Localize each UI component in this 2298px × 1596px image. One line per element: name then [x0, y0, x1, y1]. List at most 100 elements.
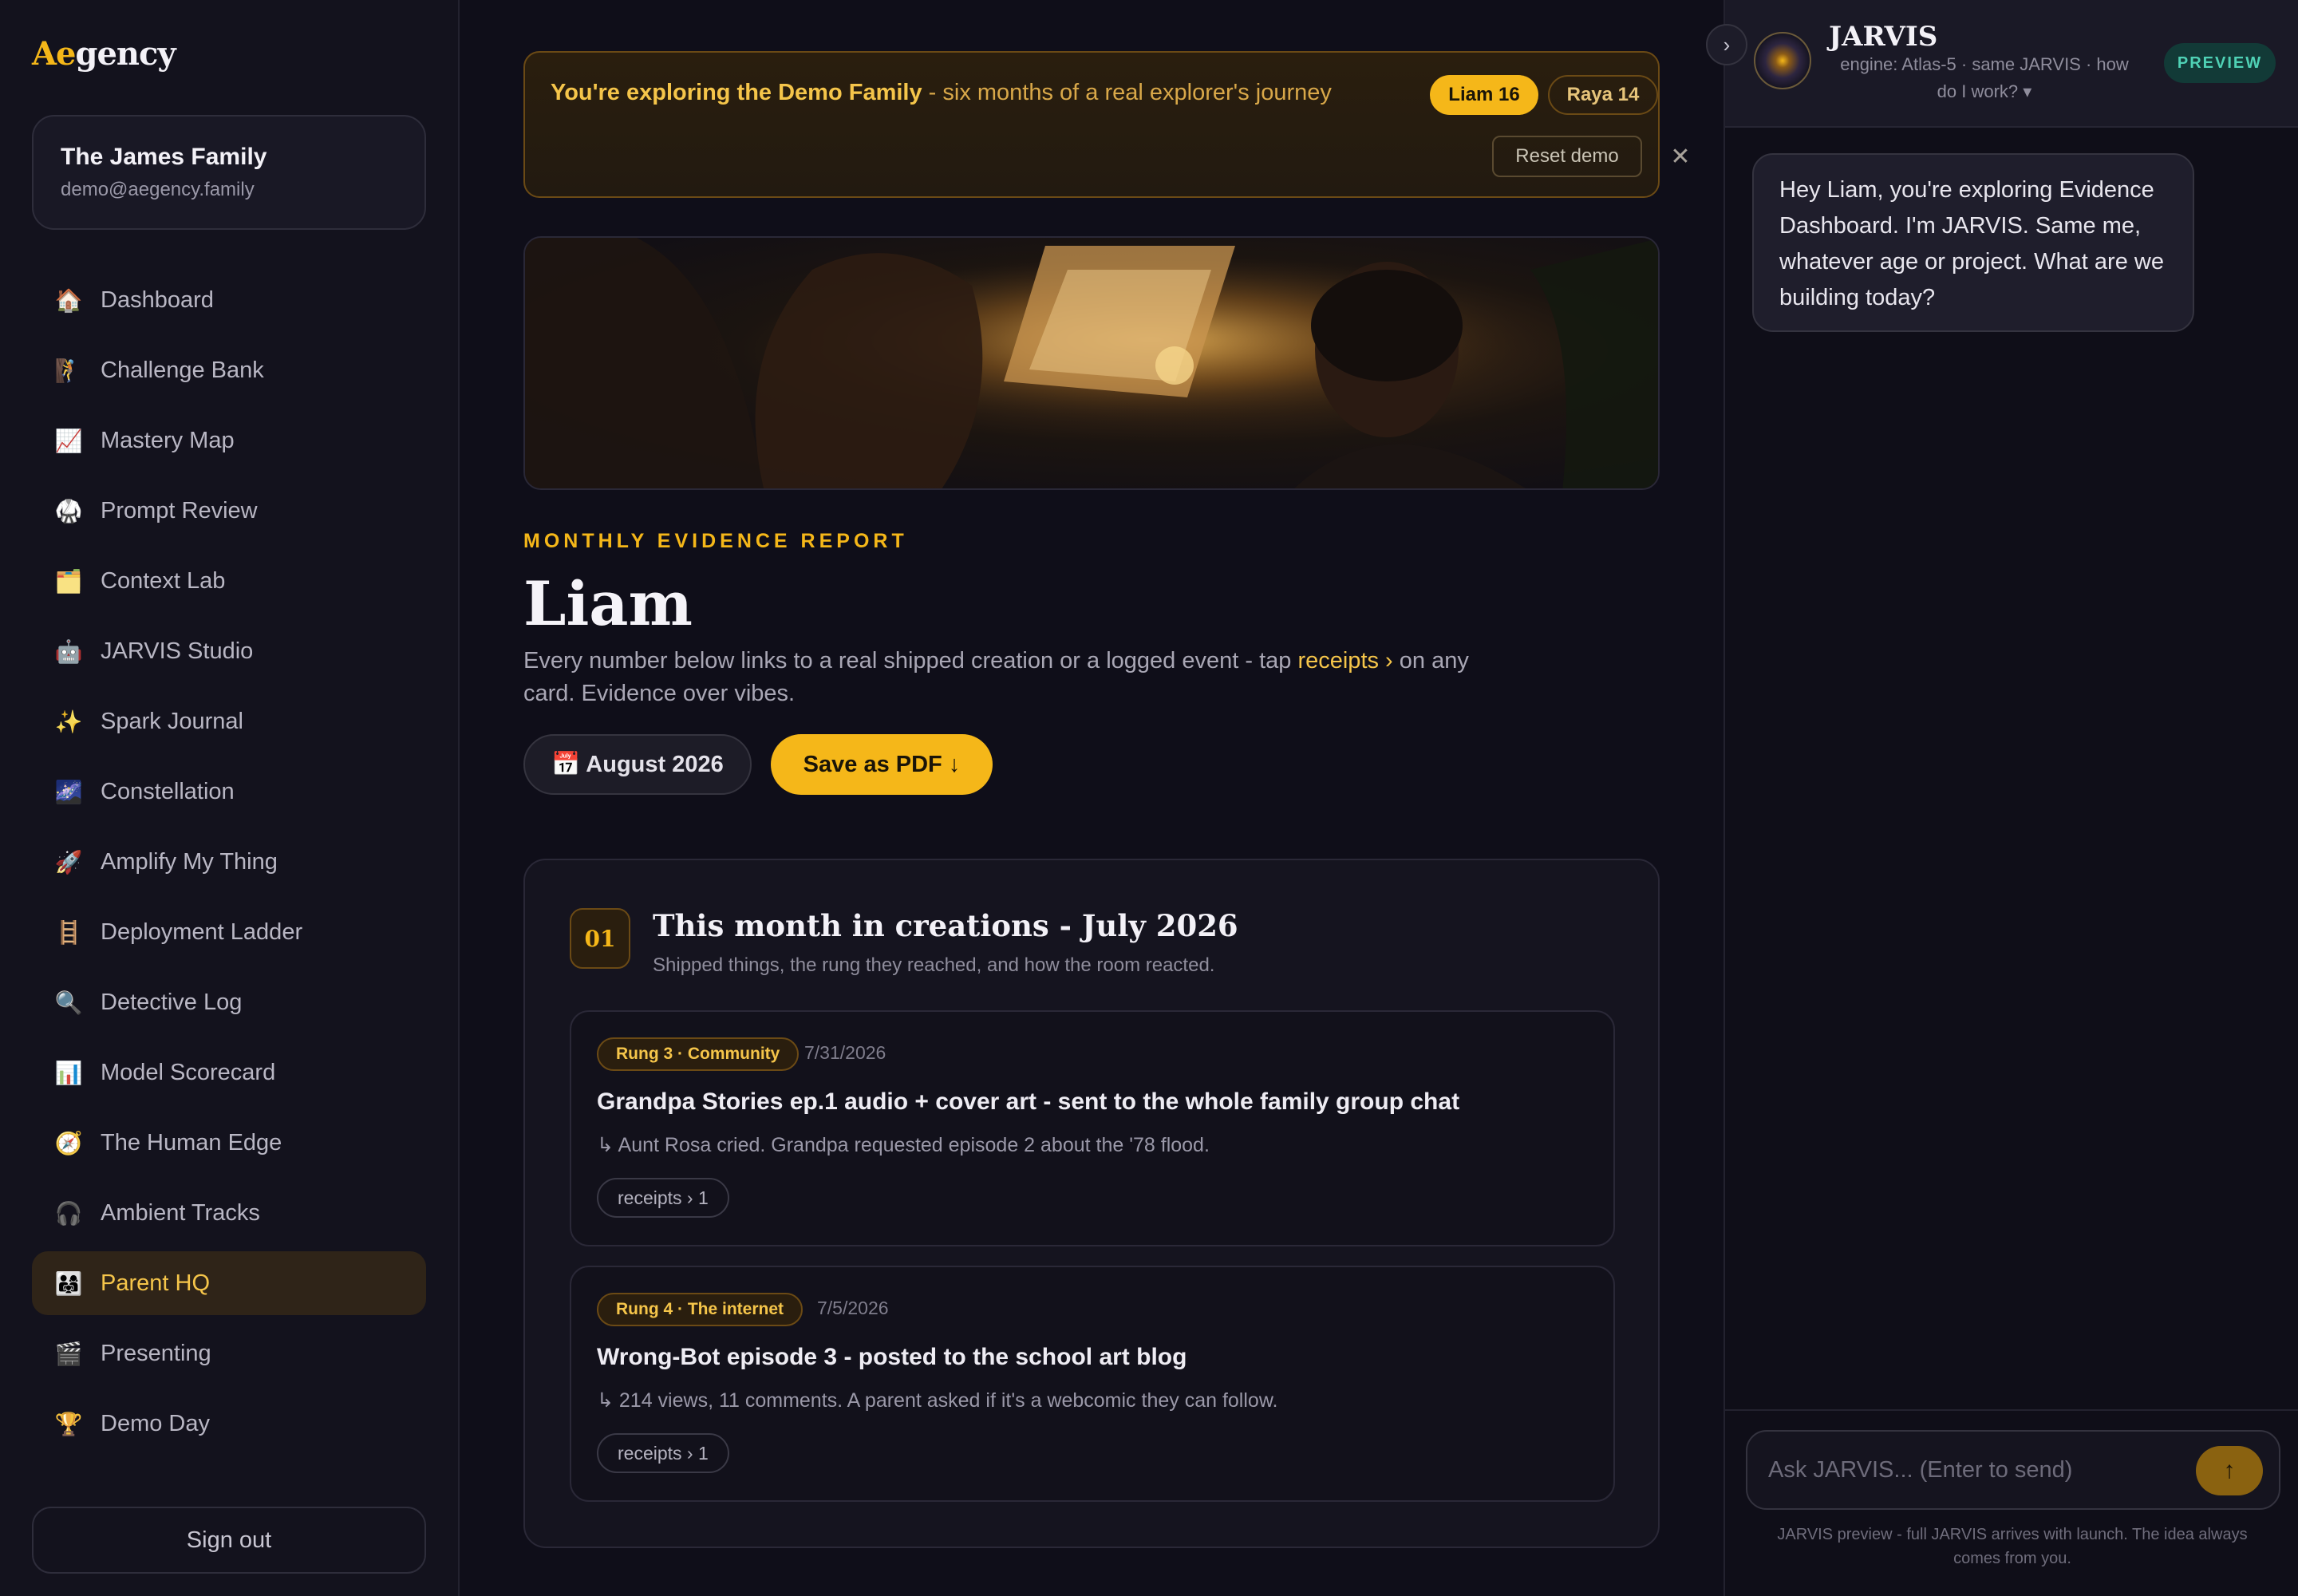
sidebar-item-detective-log[interactable]: 🔍 Detective Log — [32, 970, 426, 1034]
sidebar-item-label: Demo Day — [101, 1410, 210, 1436]
rung-badge: Rung 4 · The internet — [597, 1293, 803, 1326]
sidebar-item-label: JARVIS Studio — [101, 638, 254, 664]
jarvis-engine-info[interactable]: engine: Atlas-5 · same JARVIS · how do I… — [1829, 51, 2140, 105]
sidebar: Aegency The James Family demo@aegency.fa… — [0, 0, 460, 1596]
sidebar-item-deployment-ladder[interactable]: 🪜 Deployment Ladder — [32, 900, 426, 964]
send-arrow-icon[interactable]: ↑ — [2196, 1446, 2263, 1495]
headphones-icon: 🎧 — [54, 1200, 83, 1226]
entry-date: 7/5/2026 — [817, 1298, 889, 1318]
entry-reaction: ↳ Aunt Rosa cried. Grandpa requested epi… — [597, 1134, 1210, 1156]
ladder-icon: 🪜 — [54, 919, 83, 945]
save-pdf-button[interactable]: Save as PDF ↓ — [771, 734, 993, 795]
app-logo[interactable]: Aegency — [32, 35, 176, 73]
logo-rest: gency — [75, 35, 176, 73]
report-eyebrow: MONTHLY EVIDENCE REPORT — [523, 530, 908, 552]
clapper-icon: 🎬 — [54, 1341, 83, 1366]
sidebar-item-ambient-tracks[interactable]: 🎧 Ambient Tracks — [32, 1181, 426, 1245]
climber-icon: 🧗 — [54, 358, 83, 383]
folder-icon: 🗂️ — [54, 568, 83, 594]
sidebar-item-constellation[interactable]: 🌌 Constellation — [32, 760, 426, 824]
sidebar-item-amplify-my-thing[interactable]: 🚀 Amplify My Thing — [32, 830, 426, 894]
composer-divider — [1725, 1409, 2298, 1411]
demo-banner-text: You're exploring the Demo Family - six m… — [551, 80, 1332, 106]
jarvis-footer-note: JARVIS preview - full JARVIS arrives wit… — [1777, 1526, 2248, 1567]
preview-badge: PREVIEW — [2164, 43, 2276, 83]
sidebar-item-label: Spark Journal — [101, 708, 243, 734]
family-name: The James Family — [61, 144, 267, 170]
sidebar-item-label: Presenting — [101, 1340, 211, 1366]
close-banner-icon[interactable]: ✕ — [1664, 136, 1696, 177]
dojo-icon: 🥋 — [54, 498, 83, 523]
logo-accent: Ae — [32, 35, 76, 73]
creation-entry: Rung 4 · The internet 7/5/2026 Wrong-Bot… — [570, 1266, 1615, 1502]
jarvis-avatar — [1754, 32, 1811, 89]
demo-banner-bold: You're exploring the Demo Family — [551, 80, 922, 105]
jarvis-message: Hey Liam, you're exploring Evidence Dash… — [1752, 153, 2194, 332]
creation-entry: Rung 3 · Community 7/31/2026 Grandpa Sto… — [570, 1010, 1615, 1246]
sidebar-item-label: Ambient Tracks — [101, 1199, 260, 1226]
sidebar-item-label: Model Scorecard — [101, 1059, 276, 1085]
sidebar-item-label: Amplify My Thing — [101, 848, 278, 875]
section-title: This month in creations - July 2026 — [653, 908, 1238, 943]
galaxy-icon: 🌌 — [54, 779, 83, 804]
sidebar-item-label: Prompt Review — [101, 497, 258, 523]
entry-title: Wrong-Bot episode 3 - posted to the scho… — [597, 1344, 1187, 1370]
section-number-badge: 01 — [570, 908, 630, 969]
sparkles-icon: ✨ — [54, 709, 83, 734]
bar-chart-icon: 📊 — [54, 1060, 83, 1085]
sidebar-item-model-scorecard[interactable]: 📊 Model Scorecard — [32, 1041, 426, 1104]
jarvis-name: JARVIS — [1829, 21, 1938, 53]
family-email: demo@aegency.family — [61, 179, 255, 200]
sidebar-item-label: Constellation — [101, 778, 235, 804]
section-subtitle: Shipped things, the rung they reached, a… — [653, 954, 1215, 976]
jarvis-panel: JARVIS engine: Atlas-5 · same JARVIS · h… — [1706, 0, 2298, 1596]
chat-input-placeholder: Ask JARVIS... (Enter to send) — [1768, 1457, 2073, 1483]
sidebar-item-parent-hq[interactable]: 👨‍👩‍👧 Parent HQ — [32, 1251, 426, 1315]
report-subtitle: Every number below links to a real shipp… — [523, 645, 1481, 710]
kid-switch-liam[interactable]: Liam 16 — [1430, 75, 1538, 115]
receipts-button[interactable]: receipts › 1 — [597, 1178, 729, 1218]
sidebar-item-dashboard[interactable]: 🏠 Dashboard — [32, 268, 426, 332]
home-icon: 🏠 — [54, 287, 83, 313]
sidebar-item-mastery-map[interactable]: 📈 Mastery Map — [32, 409, 426, 472]
hero-image — [523, 236, 1660, 490]
jarvis-chat-input[interactable]: Ask JARVIS... (Enter to send) ↑ — [1746, 1430, 2280, 1510]
robot-icon: 🤖 — [54, 638, 83, 664]
receipts-link[interactable]: receipts › — [1297, 648, 1392, 674]
sidebar-item-challenge-bank[interactable]: 🧗 Challenge Bank — [32, 338, 426, 402]
collapse-panel-icon[interactable]: › — [1706, 24, 1747, 65]
chart-icon: 📈 — [54, 428, 83, 453]
sidebar-item-demo-day[interactable]: 🏆 Demo Day — [32, 1392, 426, 1456]
sidebar-item-context-lab[interactable]: 🗂️ Context Lab — [32, 549, 426, 613]
family-account-card[interactable]: The James Family demo@aegency.family — [32, 115, 426, 230]
compass-icon: 🧭 — [54, 1130, 83, 1156]
rung-badge: Rung 3 · Community — [597, 1037, 800, 1071]
sidebar-item-presenting[interactable]: 🎬 Presenting — [32, 1321, 426, 1385]
jarvis-header: JARVIS engine: Atlas-5 · same JARVIS · h… — [1725, 0, 2298, 128]
sidebar-item-prompt-review[interactable]: 🥋 Prompt Review — [32, 479, 426, 543]
rocket-icon: 🚀 — [54, 849, 83, 875]
trophy-icon: 🏆 — [54, 1411, 83, 1436]
sidebar-item-label: Mastery Map — [101, 427, 235, 453]
demo-banner-rest: - six months of a real explorer's journe… — [922, 80, 1332, 105]
receipts-button[interactable]: receipts › 1 — [597, 1433, 729, 1473]
sign-out-button[interactable]: Sign out — [32, 1507, 426, 1574]
creations-section: 01 This month in creations - July 2026 S… — [523, 859, 1660, 1548]
sidebar-item-jarvis-studio[interactable]: 🤖 JARVIS Studio — [32, 619, 426, 683]
subtitle-text-a: Every number below links to a real shipp… — [523, 648, 1298, 674]
month-picker-button[interactable]: 📅 August 2026 — [523, 734, 752, 795]
sidebar-item-the-human-edge[interactable]: 🧭 The Human Edge — [32, 1111, 426, 1175]
sidebar-item-label: The Human Edge — [101, 1129, 282, 1156]
entry-date: 7/31/2026 — [804, 1042, 886, 1063]
reset-demo-button[interactable]: Reset demo — [1492, 136, 1642, 177]
sidebar-item-label: Context Lab — [101, 567, 226, 594]
sidebar-item-label: Deployment Ladder — [101, 918, 303, 945]
sidebar-nav: 🏠 Dashboard 🧗 Challenge Bank 📈 Mastery Map 🥋 Pr… — [32, 268, 426, 1462]
kid-switch-raya[interactable]: Raya 14 — [1548, 75, 1658, 115]
sidebar-item-spark-journal[interactable]: ✨ Spark Journal — [32, 689, 426, 753]
sidebar-item-label: Challenge Bank — [101, 357, 264, 383]
sidebar-item-label: Parent HQ — [101, 1270, 210, 1296]
magnifier-icon: 🔍 — [54, 990, 83, 1015]
hero-illustration — [525, 238, 1658, 488]
main-content: You're exploring the Demo Family - six m… — [460, 0, 1724, 1596]
